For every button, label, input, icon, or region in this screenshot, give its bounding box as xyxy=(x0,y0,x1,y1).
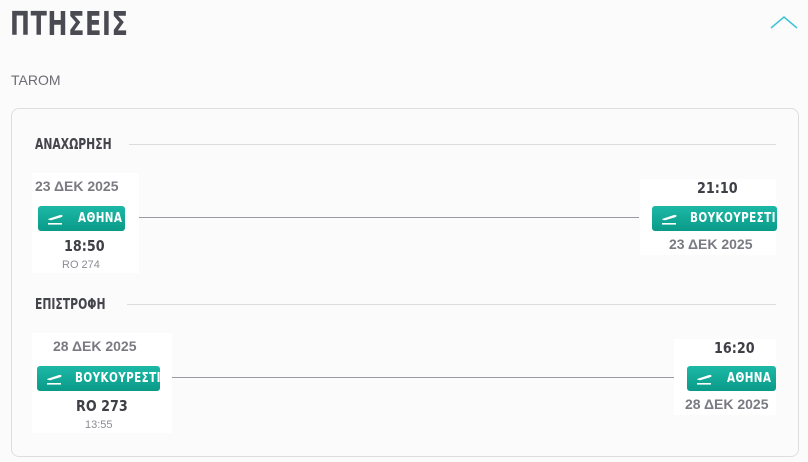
return-depart-time: 13:55 xyxy=(85,419,113,431)
outbound-arrive-city-badge[interactable]: ΒΟΥΚΟΥΡΕΣΤΙ xyxy=(652,206,777,231)
return-arrive-time: 16:20 xyxy=(714,339,755,357)
return-arrive-city-badge[interactable]: ΑΘΗΝΑ xyxy=(687,366,776,391)
outbound-arrive-city: ΒΟΥΚΟΥΡΕΣΤΙ xyxy=(690,211,776,226)
collapse-button[interactable] xyxy=(768,8,800,34)
return-arrive-date: 28 ΔΕΚ 2025 xyxy=(685,396,769,412)
return-depart-date: 28 ΔΕΚ 2025 xyxy=(53,338,137,354)
outbound-arrive-date: 23 ΔΕΚ 2025 xyxy=(669,236,753,252)
return-label: ΕΠΙΣΤΡΟΦΗ xyxy=(35,295,106,313)
return-depart-city-badge[interactable]: ΒΟΥΚΟΥΡΕΣΤΙ xyxy=(37,366,161,391)
chevron-up-icon[interactable] xyxy=(768,8,800,34)
return-divider xyxy=(127,304,776,305)
airline-name: TAROM xyxy=(11,72,61,88)
outbound-flight-number: RO 274 xyxy=(62,259,100,271)
outbound-depart-city: ΑΘΗΝΑ xyxy=(78,211,123,226)
return-depart-city: ΒΟΥΚΟΥΡΕΣΤΙ xyxy=(75,371,161,386)
return-route-line xyxy=(172,377,674,378)
outbound-depart-date: 23 ΔΕΚ 2025 xyxy=(35,178,119,194)
flights-card: ΑΝΑΧΩΡΗΣΗ 23 ΔΕΚ 2025 ΑΘΗΝΑ 18:50 RO 274… xyxy=(11,108,799,457)
outbound-arrive-time: 21:10 xyxy=(697,179,738,197)
outbound-depart-time: 18:50 xyxy=(64,237,105,255)
outbound-divider xyxy=(129,144,776,145)
page-title: ΠΤΗΣΕΙΣ xyxy=(10,4,129,43)
outbound-label: ΑΝΑΧΩΡΗΣΗ xyxy=(35,135,112,153)
return-arrive-city: ΑΘΗΝΑ xyxy=(727,371,772,386)
plane-takeoff-icon xyxy=(662,214,677,225)
plane-takeoff-icon xyxy=(697,374,712,385)
plane-takeoff-icon xyxy=(47,374,62,385)
outbound-depart-city-badge[interactable]: ΑΘΗΝΑ xyxy=(38,206,125,231)
return-flight-number: RO 273 xyxy=(76,397,128,415)
plane-takeoff-icon xyxy=(48,214,63,225)
outbound-route-line xyxy=(139,217,639,218)
